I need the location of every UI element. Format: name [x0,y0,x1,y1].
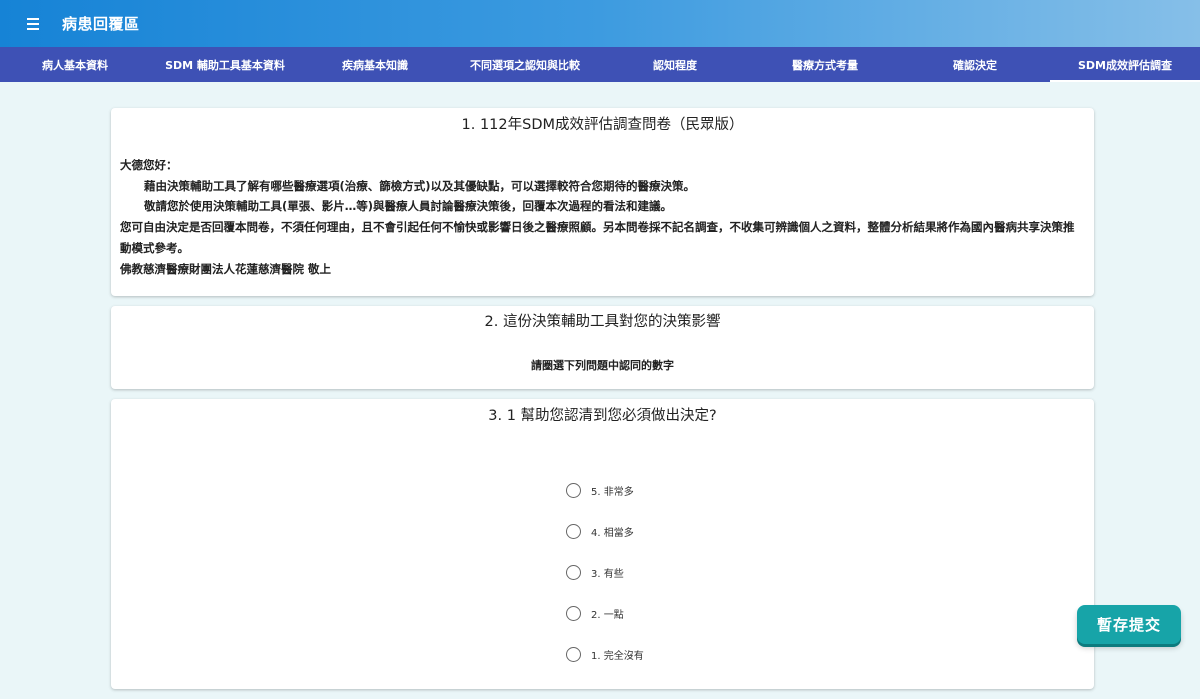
intro-greeting: 大德您好： [120,158,178,172]
app-header: 病患回覆區 [0,0,1200,47]
radio-option-2[interactable]: 2. 一點 [566,603,1094,623]
radio-label: 2. 一點 [591,609,624,621]
radio-group: 5. 非常多 4. 相當多 3. 有些 2. 一點 1. 完全沒有 [566,480,1094,664]
radio-button[interactable] [566,523,581,539]
radio-option-3[interactable]: 3. 有些 [566,562,1094,582]
hamburger-menu-icon[interactable] [24,14,46,34]
intro-line-1: 藉由決策輔助工具了解有哪些醫療選項(治療、篩檢方式)以及其優缺點，可以選擇較符合… [144,178,696,193]
nav-tabs: 病人基本資料 SDM 輔助工具基本資料 疾病基本知識 不同選項之認知與比較 認知… [0,47,1200,82]
save-submit-button[interactable]: 暫存提交 [1077,605,1181,644]
decision-impact-card: 2. 這份決策輔助工具對您的決策影響 請圈選下列問題中認同的數字 [111,306,1094,389]
radio-button[interactable] [566,564,581,580]
section-1-title: 1. 112年SDM成效評估調查問卷（民眾版） [461,117,744,133]
radio-label: 1. 完全沒有 [591,650,644,662]
tab-disease-knowledge[interactable]: 疾病基本知識 [300,47,450,82]
tab-patient-info[interactable]: 病人基本資料 [0,47,150,82]
radio-button[interactable] [566,605,581,621]
tab-option-comparison[interactable]: 不同選項之認知與比較 [450,47,600,82]
tab-treatment-considerations[interactable]: 醫療方式考量 [750,47,900,82]
main-content: 1. 112年SDM成效評估調查問卷（民眾版） 大德您好： 藉由決策輔助工具了解… [111,108,1094,699]
app-title: 病患回覆區 [62,15,140,33]
radio-button[interactable] [566,482,581,498]
question-3-1-card: 3. 1 幫助您認清到您必須做出決定? 5. 非常多 4. 相當多 3. 有些 … [111,399,1094,689]
section-2-title: 2. 這份決策輔助工具對您的決策影響 [484,314,721,330]
tab-cognition-level[interactable]: 認知程度 [600,47,750,82]
survey-intro-card: 1. 112年SDM成效評估調查問卷（民眾版） 大德您好： 藉由決策輔助工具了解… [111,108,1094,296]
intro-text: 大德您好： 藉由決策輔助工具了解有哪些醫療選項(治療、篩檢方式)以及其優缺點，可… [111,155,1094,279]
radio-option-1[interactable]: 1. 完全沒有 [566,644,1094,664]
intro-line-3: 您可自由決定是否回覆本問卷，不須任何理由，且不會引起任何不愉快或影響日後之醫療照… [120,220,1075,255]
radio-button[interactable] [566,646,581,662]
tab-sdm-survey[interactable]: SDM成效評估調查 [1050,47,1200,82]
radio-label: 4. 相當多 [591,527,634,539]
question-3-1-title: 3. 1 幫助您認清到您必須做出決定? [488,408,717,424]
tab-sdm-tool-info[interactable]: SDM 輔助工具基本資料 [150,47,300,82]
radio-label: 5. 非常多 [591,486,634,498]
tab-confirm-decision[interactable]: 確認決定 [900,47,1050,82]
radio-option-5[interactable]: 5. 非常多 [566,480,1094,500]
radio-option-4[interactable]: 4. 相當多 [566,521,1094,541]
intro-line-2: 敬請您於使用決策輔助工具(單張、影片…等)與醫療人員討論醫療決策後，回覆本次過程… [144,199,673,214]
section-2-instruction: 請圈選下列問題中認同的數字 [531,359,674,372]
radio-label: 3. 有些 [591,568,624,580]
intro-signature: 佛教慈濟醫療財團法人花蓮慈濟醫院 敬上 [120,261,332,276]
